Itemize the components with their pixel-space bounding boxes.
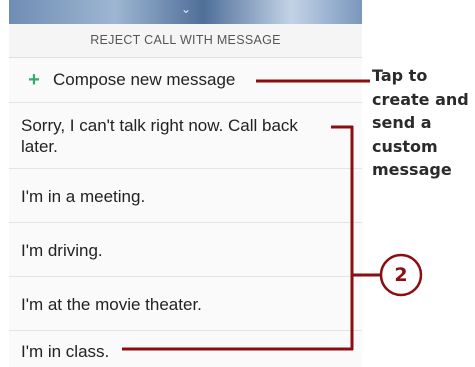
message-item[interactable]: Sorry, I can't talk right now. Call back… — [9, 104, 362, 169]
compose-new-message-button[interactable]: + Compose new message — [9, 58, 362, 103]
phone-background-strip: ⌄ — [9, 0, 362, 24]
message-text: Sorry, I can't talk right now. Call back… — [21, 116, 298, 156]
step-number: 2 — [394, 264, 408, 286]
message-item[interactable]: I'm in a meeting. — [9, 170, 362, 223]
reject-call-dialog: ⌄ REJECT CALL WITH MESSAGE + Compose new… — [9, 0, 362, 367]
compose-label: Compose new message — [53, 70, 236, 89]
dialog-title: REJECT CALL WITH MESSAGE — [9, 24, 362, 58]
message-item[interactable]: I'm at the movie theater. — [9, 278, 362, 331]
message-item[interactable]: I'm in class. — [9, 332, 362, 367]
callout-text: Tap to create and send a custom message — [372, 66, 469, 179]
chevron-down-icon: ⌄ — [181, 2, 192, 16]
plus-icon: + — [28, 69, 40, 91]
message-text: I'm at the movie theater. — [21, 295, 202, 314]
message-text: I'm driving. — [21, 241, 103, 260]
message-item[interactable]: I'm driving. — [9, 224, 362, 277]
message-text: I'm in class. — [21, 342, 110, 361]
message-text: I'm in a meeting. — [21, 187, 146, 206]
